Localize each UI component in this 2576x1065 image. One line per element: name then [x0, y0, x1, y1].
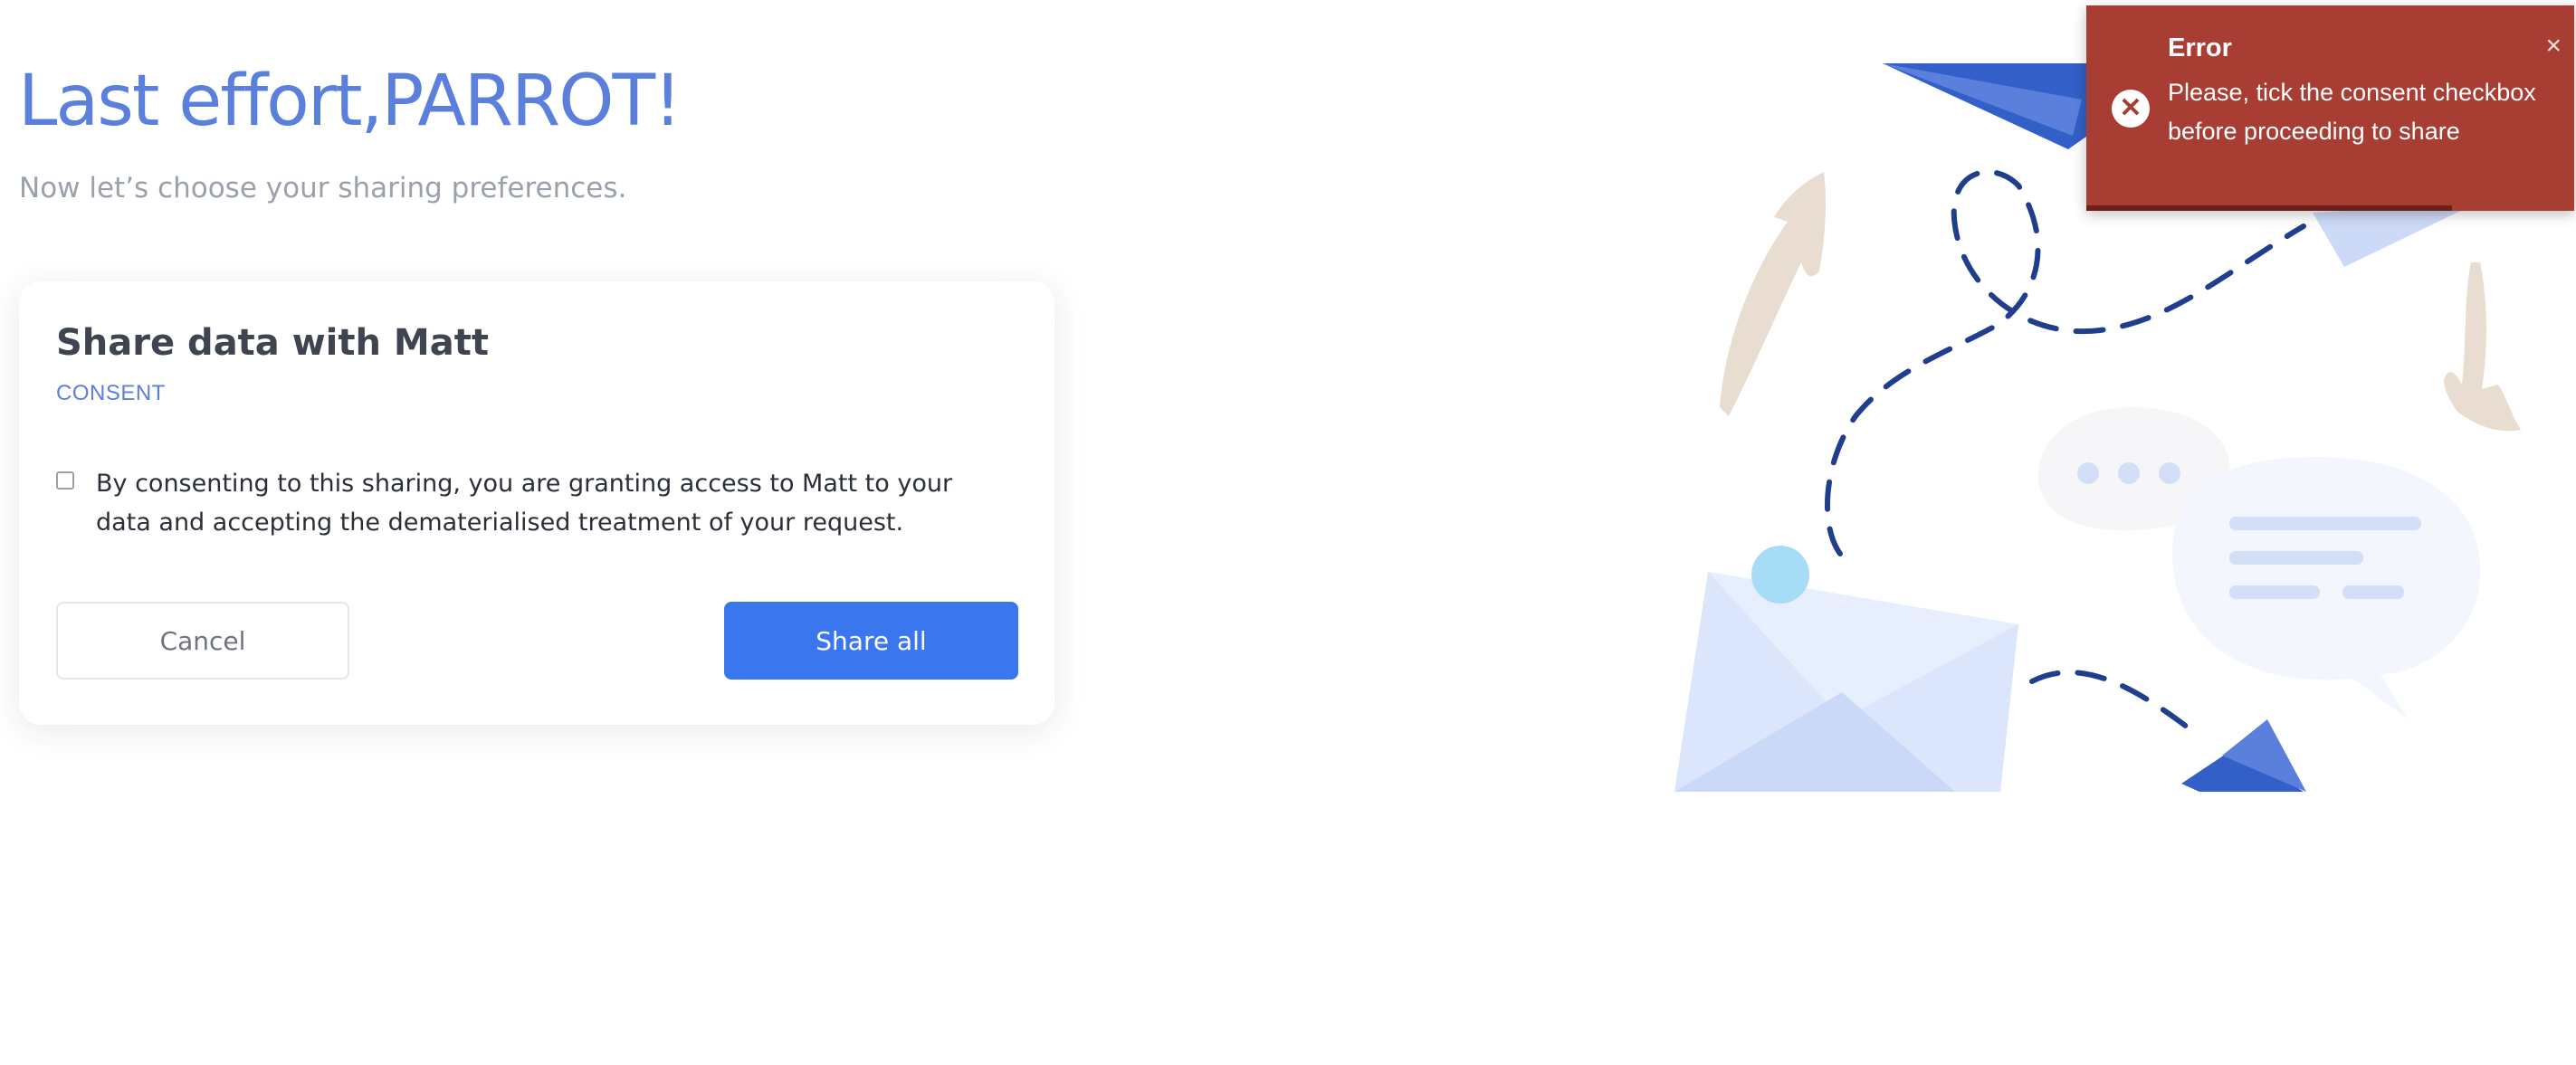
- text-line-icon: [2229, 551, 2363, 565]
- page-subtitle: Now let’s choose your sharing preference…: [19, 172, 627, 204]
- paper-plane-icon: [2313, 204, 2476, 267]
- typing-dot-icon: [2077, 462, 2099, 484]
- consent-checkbox[interactable]: [56, 471, 74, 490]
- typing-dot-icon: [2118, 462, 2140, 484]
- typing-dot-icon: [2159, 462, 2180, 484]
- beige-arrow-up-icon: [1720, 172, 1827, 416]
- close-icon[interactable]: ×: [2545, 31, 2562, 62]
- card-title: Share data with Matt: [56, 322, 489, 364]
- toast-progress-bar: [2086, 205, 2453, 211]
- dashed-path-icon: [2029, 670, 2198, 736]
- consent-label: By consenting to this sharing, you are g…: [96, 470, 953, 537]
- beige-arrow-down-icon: [2444, 262, 2521, 432]
- page-title: Last effort,PARROT!: [18, 61, 682, 142]
- share-card: Share data with Matt CONSENT By consenti…: [19, 281, 1054, 725]
- error-toast: ✕ Error Please, tick the consent checkbo…: [2086, 5, 2574, 211]
- error-circle-icon: ✕: [2112, 90, 2150, 128]
- notification-dot-icon: [1751, 546, 1809, 604]
- text-line-icon: [2229, 585, 2320, 599]
- toast-title: Error: [2168, 33, 2232, 62]
- share-all-button[interactable]: Share all: [724, 602, 1018, 680]
- cancel-button[interactable]: Cancel: [56, 602, 349, 680]
- text-line-icon: [2342, 585, 2404, 599]
- card-subtitle: CONSENT: [56, 381, 166, 405]
- speech-bubble-front-icon: [2172, 457, 2481, 719]
- text-line-icon: [2229, 517, 2421, 530]
- toast-message: Please, tick the consent checkbox before…: [2168, 79, 2536, 145]
